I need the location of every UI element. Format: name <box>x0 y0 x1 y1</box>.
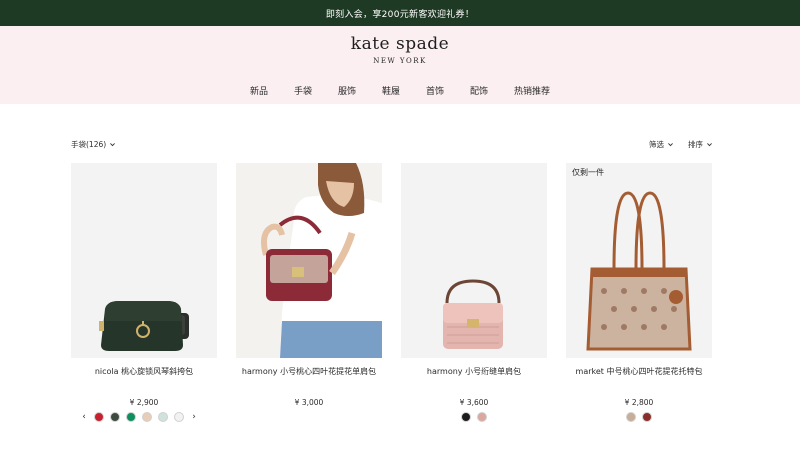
chevron-down-icon <box>110 143 116 147</box>
nav-item-handbags[interactable]: 手袋 <box>294 84 312 97</box>
product-image[interactable] <box>71 163 217 358</box>
main-nav: 新品 手袋 服饰 鞋履 首饰 配饰 热销推荐 <box>0 84 800 97</box>
tote-bag-image <box>586 191 692 351</box>
promo-text: 即刻入会，享200元新客欢迎礼券！ <box>325 9 475 20</box>
nav-item-shoes[interactable]: 鞋履 <box>382 84 400 97</box>
color-swatches: ‹ › <box>80 412 198 422</box>
swatch-natural[interactable] <box>626 412 636 422</box>
toolbar-right: 筛选 排序 <box>649 139 713 150</box>
site-header: kate spade NEW YORK 新品 手袋 服饰 鞋履 首饰 配饰 热销… <box>0 26 800 104</box>
product-name[interactable]: harmony 小号绗缝单肩包 <box>401 366 547 377</box>
swatch-pink[interactable] <box>477 412 487 422</box>
low-stock-badge: 仅剩一件 <box>572 168 604 177</box>
product-name[interactable]: harmony 小号桃心四叶花提花单肩包 <box>236 366 382 377</box>
product-card[interactable]: harmony 小号桃心四叶花提花单肩包 ¥ 3,000 <box>236 163 382 407</box>
product-name[interactable]: nicola 桃心旋锁风琴斜挎包 <box>71 366 217 377</box>
product-card[interactable]: nicola 桃心旋锁风琴斜挎包 ¥ 2,900 <box>71 163 217 407</box>
model-with-bag-image <box>236 163 382 358</box>
nav-item-accessories[interactable]: 配饰 <box>470 84 488 97</box>
swatch-black[interactable] <box>461 412 471 422</box>
category-dropdown[interactable]: 手袋(126) <box>71 139 116 150</box>
chevron-down-icon <box>707 143 712 147</box>
swatch-green[interactable] <box>126 412 136 422</box>
color-swatches <box>626 412 652 422</box>
filter-label: 筛选 <box>649 140 664 149</box>
swatch-red[interactable] <box>94 412 104 422</box>
color-swatches <box>461 412 487 422</box>
filter-button[interactable]: 筛选 <box>649 139 674 150</box>
chevron-left-icon[interactable]: ‹ <box>80 412 88 422</box>
nav-item-clothing[interactable]: 服饰 <box>338 84 356 97</box>
sort-button[interactable]: 排序 <box>688 139 713 150</box>
product-price: ¥ 3,600 <box>459 398 489 407</box>
nav-item-jewelry[interactable]: 首饰 <box>426 84 444 97</box>
nav-item-new[interactable]: 新品 <box>250 84 268 97</box>
chevron-right-icon[interactable]: › <box>190 412 198 422</box>
product-price: ¥ 3,000 <box>294 398 324 407</box>
chevron-down-icon <box>668 143 673 147</box>
product-card[interactable]: harmony 小号绗缝单肩包 ¥ 3,600 <box>401 163 547 407</box>
swatch-mint[interactable] <box>158 412 168 422</box>
swatch-white[interactable] <box>174 412 184 422</box>
promo-banner[interactable]: 即刻入会，享200元新客欢迎礼券！ <box>0 0 800 26</box>
product-price: ¥ 2,900 <box>129 398 159 407</box>
swatch-dark-green[interactable] <box>110 412 120 422</box>
brand-logo[interactable]: kate spade <box>0 34 800 54</box>
product-name[interactable]: market 中号桃心四叶花提花托特包 <box>566 366 712 377</box>
swatch-beige[interactable] <box>142 412 152 422</box>
product-image[interactable] <box>236 163 382 358</box>
crossbody-bag-image <box>99 301 189 351</box>
swatch-burgundy[interactable] <box>642 412 652 422</box>
product-price: ¥ 2,800 <box>624 398 654 407</box>
product-image[interactable] <box>401 163 547 358</box>
product-image[interactable]: 仅剩一件 <box>566 163 712 358</box>
nav-item-bestsellers[interactable]: 热销推荐 <box>514 84 550 97</box>
shoulder-bag-image <box>443 279 503 349</box>
category-label: 手袋(126) <box>71 140 107 149</box>
brand-logo-sub: NEW YORK <box>373 57 427 65</box>
product-card[interactable]: 仅剩一件 market 中号桃心四叶花提花托特包 ¥ 2,800 <box>566 163 712 407</box>
sort-label: 排序 <box>688 140 703 149</box>
